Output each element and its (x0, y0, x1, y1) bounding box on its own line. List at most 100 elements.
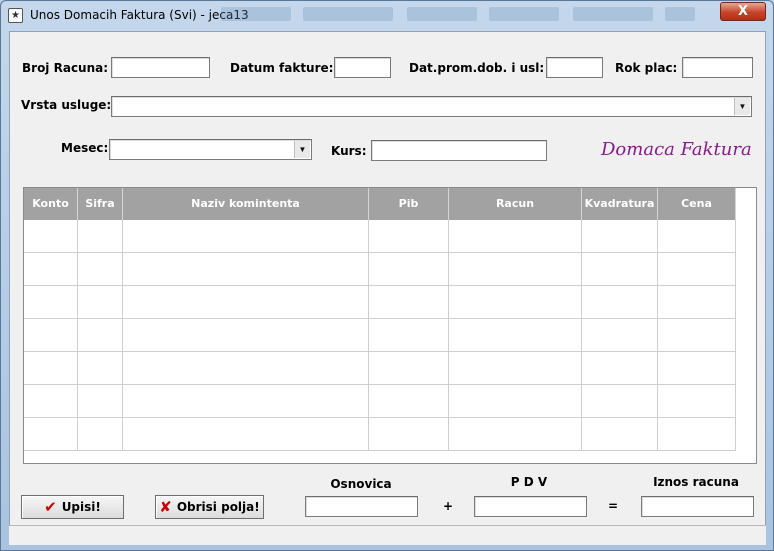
broj-racuna-label: Broj Racuna: (22, 61, 109, 75)
checkmark-icon: ✔ (44, 498, 57, 516)
mesec-label: Mesec: (61, 141, 109, 155)
table-cell[interactable] (582, 220, 658, 253)
column-header-sifra[interactable]: Sifra (78, 188, 123, 220)
column-header-konto[interactable]: Konto (24, 188, 78, 220)
table-cell[interactable] (24, 319, 78, 352)
table-cell[interactable] (369, 253, 449, 286)
table-cell[interactable] (24, 220, 78, 253)
column-header-naziv-komintenta[interactable]: Naziv komintenta (123, 188, 369, 220)
osnovica-label: Osnovica (330, 477, 392, 491)
table-cell[interactable] (123, 253, 369, 286)
table-cell[interactable] (369, 319, 449, 352)
table-cell[interactable] (582, 418, 658, 451)
table-row[interactable] (24, 418, 736, 451)
table-cell[interactable] (24, 418, 78, 451)
equals-sign: = (608, 499, 619, 513)
column-header-racun[interactable]: Racun (449, 188, 582, 220)
table-cell[interactable] (449, 253, 582, 286)
iznos-racuna-input[interactable] (641, 496, 754, 517)
iznos-racuna-label: Iznos racuna (653, 475, 739, 489)
vrsta-usluge-select[interactable]: ▼ (111, 96, 752, 117)
kurs-input[interactable] (371, 140, 547, 161)
table-cell[interactable] (658, 319, 736, 352)
dat-prom-input[interactable] (546, 57, 603, 78)
app-icon[interactable]: ★ (8, 8, 23, 23)
table-cell[interactable] (78, 220, 123, 253)
table-cell[interactable] (369, 418, 449, 451)
table-row[interactable] (24, 286, 736, 319)
table-cell[interactable] (582, 253, 658, 286)
table-cell[interactable] (449, 352, 582, 385)
table-cell[interactable] (582, 352, 658, 385)
rok-plac-input[interactable] (682, 57, 753, 78)
table-cell[interactable] (658, 352, 736, 385)
table-cell[interactable] (123, 220, 369, 253)
brand-title: Domaca Faktura (601, 139, 752, 160)
datum-fakture-input[interactable] (334, 57, 391, 78)
table-row[interactable] (24, 352, 736, 385)
table-row[interactable] (24, 253, 736, 286)
table-cell[interactable] (658, 253, 736, 286)
table-cell[interactable] (369, 352, 449, 385)
broj-racuna-input[interactable] (111, 57, 210, 78)
table-cell[interactable] (449, 220, 582, 253)
obrisi-polja-button-label: Obrisi polja! (176, 500, 260, 514)
table-cell[interactable] (658, 385, 736, 418)
window-title: Unos Domacih Faktura (Svi) - jeca13 (30, 8, 249, 22)
table-cell[interactable] (658, 286, 736, 319)
table-row[interactable] (24, 385, 736, 418)
application-window: ★ Unos Domacih Faktura (Svi) - jeca13 X … (0, 0, 774, 551)
background-taskbar-ghost (221, 5, 701, 23)
table-cell[interactable] (78, 253, 123, 286)
chevron-down-icon[interactable]: ▼ (294, 141, 310, 158)
table-row[interactable] (24, 319, 736, 352)
table-cell[interactable] (24, 286, 78, 319)
table-cell[interactable] (123, 385, 369, 418)
rok-plac-label: Rok plac: (615, 61, 678, 75)
pdv-label: P D V (510, 475, 548, 489)
table-cell[interactable] (123, 286, 369, 319)
table-cell[interactable] (78, 286, 123, 319)
column-header-cena[interactable]: Cena (658, 188, 736, 220)
invoice-grid[interactable]: Konto Sifra Naziv komintenta Pib Racun K… (23, 187, 757, 464)
table-cell[interactable] (24, 385, 78, 418)
table-cell[interactable] (582, 319, 658, 352)
table-cell[interactable] (123, 418, 369, 451)
table-cell[interactable] (449, 319, 582, 352)
status-bar (9, 525, 766, 545)
dat-prom-label: Dat.prom.dob. i usl: (409, 61, 545, 75)
close-button[interactable]: X (720, 2, 766, 21)
table-cell[interactable] (78, 385, 123, 418)
table-cell[interactable] (369, 220, 449, 253)
table-cell[interactable] (78, 418, 123, 451)
table-cell[interactable] (658, 220, 736, 253)
vrsta-usluge-label: Vrsta usluge: (21, 98, 112, 112)
table-cell[interactable] (449, 418, 582, 451)
table-cell[interactable] (24, 253, 78, 286)
plus-sign: + (443, 499, 454, 513)
obrisi-polja-button[interactable]: ✘ Obrisi polja! (155, 495, 264, 519)
table-cell[interactable] (123, 352, 369, 385)
osnovica-input[interactable] (305, 496, 418, 517)
x-delete-icon: ✘ (159, 498, 172, 516)
table-cell[interactable] (582, 286, 658, 319)
table-cell[interactable] (78, 319, 123, 352)
table-cell[interactable] (658, 418, 736, 451)
table-cell[interactable] (369, 385, 449, 418)
column-header-kvadratura[interactable]: Kvadratura (582, 188, 658, 220)
table-cell[interactable] (24, 352, 78, 385)
pdv-input[interactable] (474, 496, 587, 517)
table-cell[interactable] (369, 286, 449, 319)
upisi-button[interactable]: ✔ Upisi! (21, 495, 124, 519)
table-cell[interactable] (123, 319, 369, 352)
table-row[interactable] (24, 220, 736, 253)
grid-body (24, 220, 736, 451)
table-cell[interactable] (449, 286, 582, 319)
mesec-select[interactable]: ▼ (109, 139, 312, 160)
title-bar[interactable]: ★ Unos Domacih Faktura (Svi) - jeca13 X (1, 1, 773, 29)
table-cell[interactable] (78, 352, 123, 385)
column-header-pib[interactable]: Pib (369, 188, 449, 220)
table-cell[interactable] (449, 385, 582, 418)
chevron-down-icon[interactable]: ▼ (734, 98, 750, 115)
table-cell[interactable] (582, 385, 658, 418)
